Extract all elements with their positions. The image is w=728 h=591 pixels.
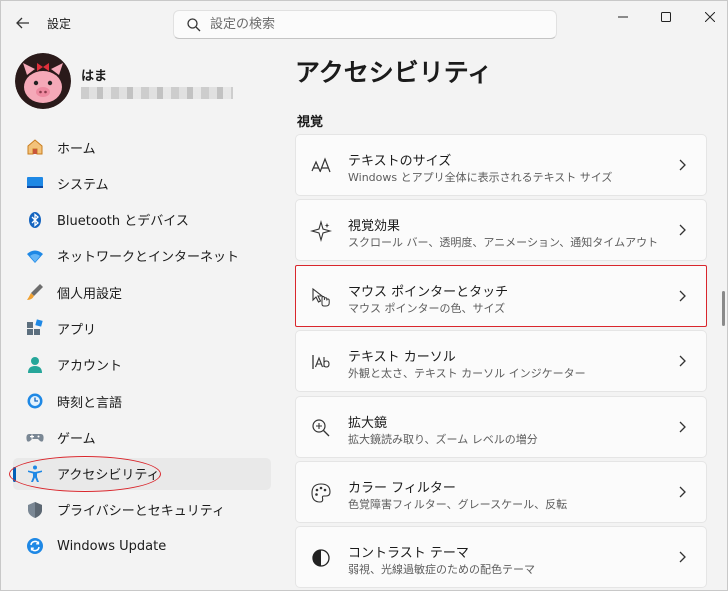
accessibility-icon [25, 464, 45, 484]
sidebar-item-accounts[interactable]: アカウント [13, 349, 271, 381]
search-icon [187, 18, 201, 32]
magnifier-icon [310, 417, 332, 439]
chevron-right-icon [679, 355, 686, 367]
sidebar-item-label: Bluetooth とデバイス [57, 214, 189, 230]
shield-icon [25, 500, 45, 520]
sidebar-item-label: 時刻と言語 [57, 395, 123, 411]
wifi-icon [25, 246, 45, 266]
chevron-right-icon [679, 551, 686, 563]
settings-window: 設定 設定の検索 はま ホーム システム Bluetooth とデバイス ネット… [0, 0, 728, 591]
chevron-right-icon [679, 486, 686, 498]
arrow-left-icon [16, 17, 29, 29]
color-filter-icon [310, 482, 332, 504]
card-title: 拡大鏡 [348, 415, 388, 431]
card-contrast-themes[interactable]: コントラスト テーマ 弱視、光線過敏症のための配色テーマ [295, 526, 707, 589]
card-title: テキストのサイズ [348, 154, 452, 169]
system-icon [25, 173, 45, 193]
sidebar-item-gaming[interactable]: ゲーム [13, 421, 271, 453]
settings-card-list: テキストのサイズ Windows とアプリ全体に表示されるテキスト サイズ 視覚… [295, 134, 707, 590]
card-mouse-pointer-touch[interactable]: マウス ポインターとタッチ マウス ポインターの色、サイズ [295, 264, 707, 327]
card-subtitle: 拡大鏡読み取り、ズーム レベルの増分 [348, 432, 538, 446]
card-title: 視覚効果 [348, 219, 401, 235]
sidebar-item-label: 個人用設定 [57, 286, 123, 302]
card-subtitle: 外観と太さ、テキスト カーソル インジケーター [348, 367, 586, 381]
sidebar-item-bluetooth[interactable]: Bluetooth とデバイス [13, 204, 271, 236]
card-subtitle: 色覚障害フィルター、グレースケール、反転 [348, 497, 568, 511]
card-title: カラー フィルター [348, 480, 456, 496]
sidebar-item-accessibility[interactable]: アクセシビリティ [13, 457, 271, 490]
update-icon [25, 536, 45, 556]
sidebar-item-network[interactable]: ネットワークとインターネット [13, 240, 271, 272]
close-button[interactable] [687, 1, 727, 33]
card-visual-effects[interactable]: 視覚効果 スクロール バー、透明度、アニメーション、通知タイムアウト [295, 199, 707, 262]
scrollbar-thumb[interactable] [722, 291, 725, 326]
search-input[interactable] [210, 14, 540, 35]
profile-email-redacted [81, 87, 233, 99]
text-size-icon [310, 155, 332, 177]
card-text-cursor[interactable]: テキスト カーソル 外観と太さ、テキスト カーソル インジケーター [295, 330, 707, 393]
close-icon [705, 12, 715, 22]
selection-indicator [13, 466, 16, 482]
title-bar: 設定 [1, 1, 727, 45]
page-title: アクセシビリティ [295, 58, 493, 87]
chevron-right-icon [679, 290, 686, 302]
chevron-right-icon [679, 159, 686, 171]
chevron-right-icon [679, 421, 686, 433]
card-subtitle: Windows とアプリ全体に表示されるテキスト サイズ [348, 171, 613, 184]
bluetooth-icon [25, 210, 45, 230]
sidebar-item-label: ホーム [57, 141, 96, 157]
contrast-icon [310, 547, 332, 569]
card-subtitle: マウス ポインターの色、サイズ [348, 301, 506, 315]
card-subtitle: 弱視、光線過敏症のための配色テーマ [348, 563, 535, 577]
sidebar-item-windows-update[interactable]: Windows Update [13, 530, 271, 562]
back-button[interactable] [11, 11, 35, 35]
sidebar-item-label: システム [57, 177, 109, 193]
sidebar-item-home[interactable]: ホーム [13, 131, 271, 163]
card-title: マウス ポインターとタッチ [348, 284, 509, 300]
card-text-size[interactable]: テキストのサイズ Windows とアプリ全体に表示されるテキスト サイズ [295, 134, 707, 196]
minimize-button[interactable] [600, 1, 646, 33]
sidebar-item-label: アカウント [57, 359, 123, 375]
card-magnifier[interactable]: 拡大鏡 拡大鏡読み取り、ズーム レベルの増分 [295, 395, 707, 458]
sidebar-item-personalization[interactable]: 個人用設定 [13, 276, 271, 308]
brush-icon [25, 282, 45, 302]
time-language-icon [25, 391, 45, 411]
account-icon [25, 355, 45, 375]
gamepad-icon [25, 427, 45, 447]
search-box[interactable] [173, 10, 557, 39]
card-title: コントラスト テーマ [348, 546, 469, 562]
avatar[interactable] [15, 53, 71, 109]
sidebar-item-label: Windows Update [57, 538, 167, 554]
apps-icon [25, 318, 45, 338]
pig-avatar-icon [15, 53, 71, 109]
sidebar-item-system[interactable]: システム [13, 167, 271, 199]
chevron-right-icon [679, 224, 686, 236]
card-color-filter[interactable]: カラー フィルター 色覚障害フィルター、グレースケール、反転 [295, 460, 707, 523]
sidebar-item-time-language[interactable]: 時刻と言語 [13, 385, 271, 417]
window-title: 設定 [47, 17, 72, 31]
card-subtitle: スクロール バー、透明度、アニメーション、通知タイムアウト [348, 236, 659, 250]
card-title: テキスト カーソル [348, 350, 456, 366]
sidebar-item-privacy[interactable]: プライバシーとセキュリティ [13, 494, 271, 526]
sidebar-item-label: ネットワークとインターネット [57, 250, 240, 266]
minimize-icon [618, 16, 628, 18]
maximize-button[interactable] [643, 1, 689, 33]
maximize-icon [661, 12, 671, 22]
sidebar-item-label: アプリ [57, 322, 97, 338]
sidebar-nav: ホーム システム Bluetooth とデバイス ネットワークとインターネット … [13, 131, 271, 567]
sidebar-item-label: プライバシーとセキュリティ [57, 504, 225, 520]
home-icon [25, 137, 45, 157]
text-cursor-icon [310, 351, 332, 373]
section-heading-vision: 視覚 [297, 115, 324, 130]
profile-name: はま [81, 69, 108, 84]
mouse-pointer-icon [310, 286, 332, 308]
sidebar-item-label: アクセシビリティ [57, 468, 160, 484]
sidebar-item-apps[interactable]: アプリ [13, 312, 271, 344]
sidebar-item-label: ゲーム [57, 431, 96, 447]
visual-effects-icon [310, 220, 332, 243]
